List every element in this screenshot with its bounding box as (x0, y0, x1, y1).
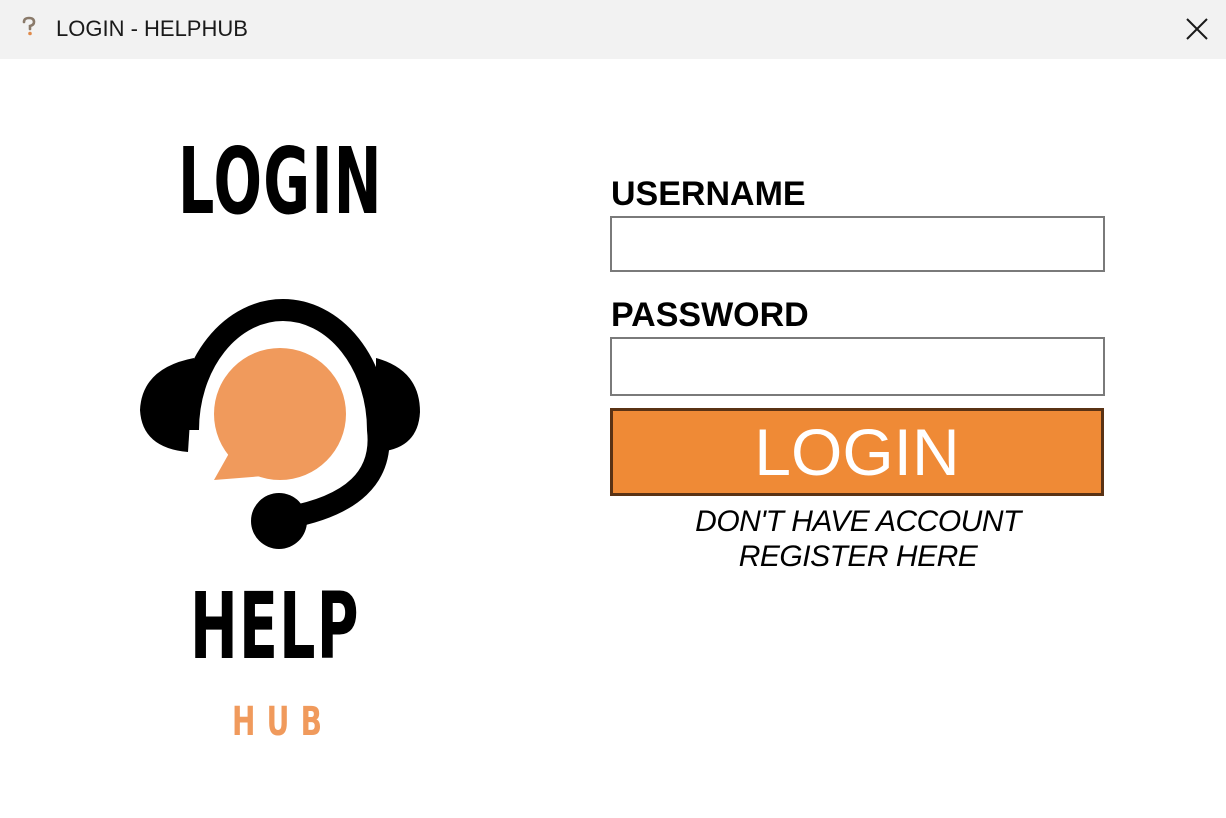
register-link-line-1: DON'T HAVE ACCOUNT (695, 505, 1021, 538)
login-button[interactable]: LOGIN (610, 408, 1104, 496)
register-link-line-2: REGISTER HERE (738, 540, 978, 573)
headset-chat-bubble-icon (140, 299, 420, 549)
question-mark-app-icon (22, 16, 36, 36)
login-window: LOGIN - HELPHUB LOGIN HELP HUB USERNAME … (0, 0, 1226, 818)
title-bar: LOGIN - HELPHUB (0, 0, 1226, 59)
window-title: LOGIN - HELPHUB (56, 16, 248, 41)
username-input[interactable] (610, 216, 1105, 272)
username-label: USERNAME (611, 175, 806, 213)
close-button[interactable] (1174, 6, 1220, 52)
close-icon (1186, 18, 1208, 40)
brand-name-hub: HUB (232, 699, 334, 745)
login-heading: LOGIN (178, 128, 383, 235)
password-label: PASSWORD (611, 296, 809, 334)
register-link[interactable]: DON'T HAVE ACCOUNT REGISTER HERE (610, 504, 1106, 574)
password-input[interactable] (610, 337, 1105, 396)
brand-name-help: HELP (190, 573, 360, 680)
